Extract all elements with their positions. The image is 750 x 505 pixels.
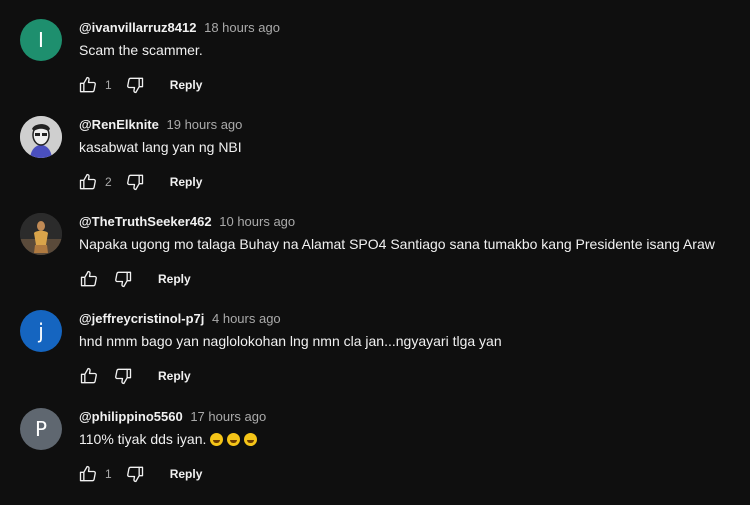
like-button[interactable] [77,74,99,96]
thumbs-up-icon [80,367,97,384]
comment-time[interactable]: 17 hours ago [190,409,266,424]
comment-item: I @ivanvillarruz8412 18 hours ago Scam t… [0,19,750,116]
avatar[interactable]: j [20,310,62,352]
reply-button[interactable]: Reply [170,78,203,92]
dislike-button[interactable] [124,171,146,193]
like-button[interactable] [78,365,100,387]
comment-actions: 1 Reply [77,73,202,97]
like-count: 1 [105,78,112,92]
comment-item: @RenElknite 19 hours ago kasabwat lang y… [0,116,750,213]
like-button[interactable] [78,268,100,290]
comment-time[interactable]: 19 hours ago [167,117,243,132]
thumbs-down-icon [126,174,143,191]
thumbs-down-icon [115,368,132,385]
reply-button[interactable]: Reply [170,175,203,189]
thumbs-down-icon [115,271,132,288]
comment-meta: @jeffreycristinol-p7j 4 hours ago [79,311,281,326]
comment-text: kasabwat lang yan ng NBI [79,139,242,155]
comment-text-body: 110% tiyak dds iyan. [79,431,207,447]
avatar[interactable] [20,213,62,255]
avatar[interactable] [20,116,62,158]
dislike-button[interactable] [124,463,146,485]
thumbs-up-icon [79,76,96,93]
avatar-letter: I [38,28,44,52]
avatar[interactable]: I [20,19,62,61]
grinning-squinting-face-emoji-icon [210,433,224,446]
reply-button[interactable]: Reply [158,369,191,383]
thumbs-up-icon [79,465,96,482]
thumbs-up-icon [79,173,96,190]
comment-time[interactable]: 10 hours ago [219,214,295,229]
dislike-button[interactable] [112,365,134,387]
like-button[interactable] [77,171,99,193]
comment-text: hnd nmm bago yan naglolokohan lng nmn cl… [79,333,502,349]
reply-button[interactable]: Reply [170,467,203,481]
avatar[interactable]: P [20,408,62,450]
comment-actions: Reply [78,267,191,291]
comment-actions: 2 Reply [77,170,202,194]
comment-item: P @philippino5560 17 hours ago 110% tiya… [0,408,750,505]
author-handle[interactable]: @jeffreycristinol-p7j [79,311,204,326]
comment-text: 110% tiyak dds iyan. [79,431,258,447]
comment-meta: @ivanvillarruz8412 18 hours ago [79,20,280,35]
thumbs-up-icon [80,270,97,287]
author-handle[interactable]: @ivanvillarruz8412 [79,20,196,35]
comment-text: Napaka ugong mo talaga Buhay na Alamat S… [79,236,715,252]
comment-actions: Reply [78,364,191,388]
like-button[interactable] [77,463,99,485]
grinning-squinting-face-emoji-icon [244,433,258,446]
thumbs-down-icon [126,466,143,483]
comment-actions: 1 Reply [77,462,202,486]
comment-meta: @TheTruthSeeker462 10 hours ago [79,214,295,229]
comment-meta: @philippino5560 17 hours ago [79,409,266,424]
comment-time[interactable]: 4 hours ago [212,311,281,326]
reply-button[interactable]: Reply [158,272,191,286]
dislike-button[interactable] [112,268,134,290]
comment-meta: @RenElknite 19 hours ago [79,117,242,132]
comment-item: @TheTruthSeeker462 10 hours ago Napaka u… [0,213,750,310]
grinning-squinting-face-emoji-icon [227,433,241,446]
comment-time[interactable]: 18 hours ago [204,20,280,35]
comment-item: j @jeffreycristinol-p7j 4 hours ago hnd … [0,310,750,407]
like-count: 1 [105,467,112,481]
avatar-image [20,116,62,158]
avatar-letter: P [34,417,48,441]
thumbs-down-icon [126,77,143,94]
author-handle[interactable]: @philippino5560 [79,409,183,424]
author-handle[interactable]: @RenElknite [79,117,159,132]
dislike-button[interactable] [124,74,146,96]
avatar-image [20,213,62,255]
author-handle[interactable]: @TheTruthSeeker462 [79,214,212,229]
like-count: 2 [105,175,112,189]
avatar-letter: j [38,319,44,343]
comment-text: Scam the scammer. [79,42,203,58]
